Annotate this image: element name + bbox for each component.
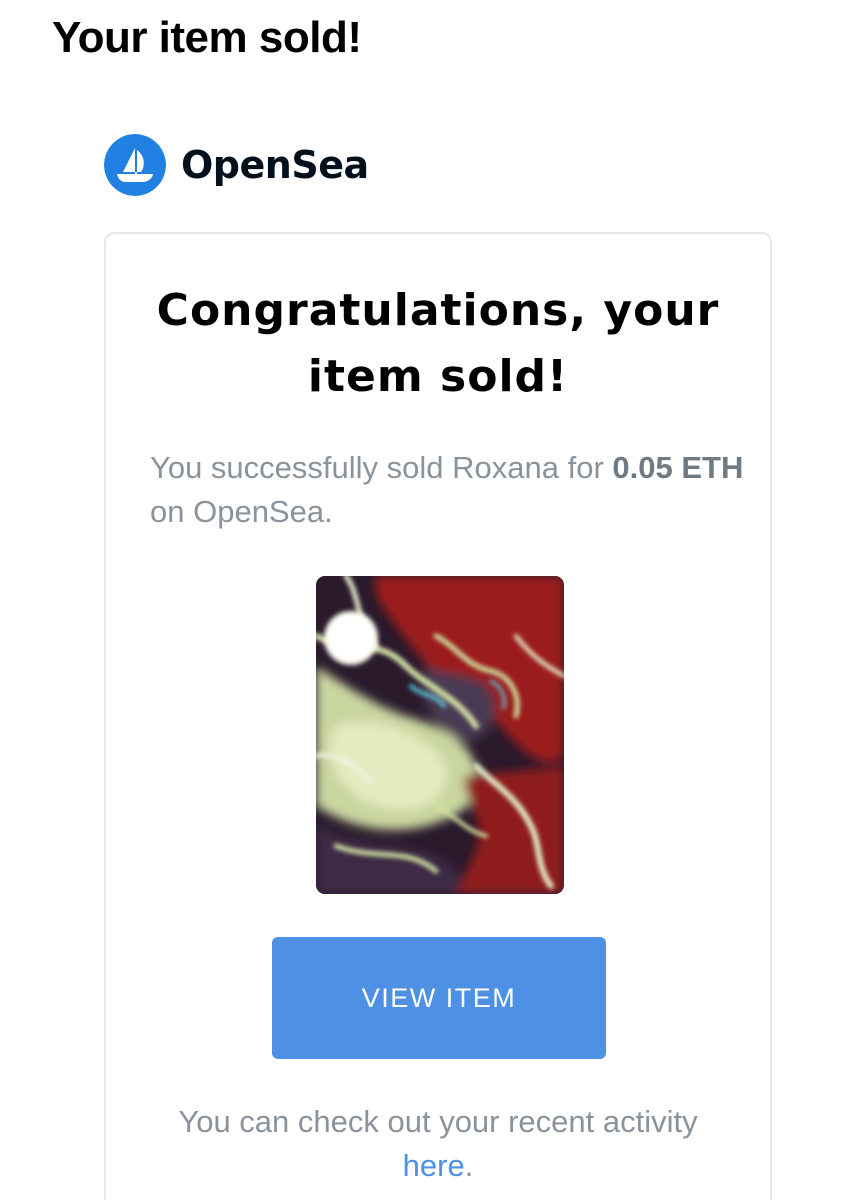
activity-message: You can check out your recent activity h… bbox=[146, 1100, 730, 1188]
brand-header: OpenSea bbox=[104, 134, 369, 196]
sold-prefix: You successfully sold Roxana for bbox=[150, 450, 613, 485]
opensea-logo-icon bbox=[104, 134, 166, 196]
activity-link[interactable]: here bbox=[403, 1148, 465, 1183]
brand-name: OpenSea bbox=[181, 143, 369, 187]
sold-suffix: on OpenSea. bbox=[150, 494, 333, 529]
activity-prefix: You can check out your recent activity bbox=[178, 1104, 698, 1139]
email-card: Congratulations, your item sold! You suc… bbox=[104, 232, 772, 1200]
nft-artwork-image[interactable] bbox=[316, 576, 564, 894]
email-subject: Your item sold! bbox=[52, 13, 362, 62]
sold-message: You successfully sold Roxana for 0.05 ET… bbox=[150, 446, 750, 534]
view-item-button[interactable]: VIEW ITEM bbox=[272, 937, 606, 1059]
sold-price: 0.05 ETH bbox=[612, 450, 744, 485]
card-headline: Congratulations, your item sold! bbox=[156, 285, 720, 402]
activity-suffix: . bbox=[464, 1148, 474, 1183]
